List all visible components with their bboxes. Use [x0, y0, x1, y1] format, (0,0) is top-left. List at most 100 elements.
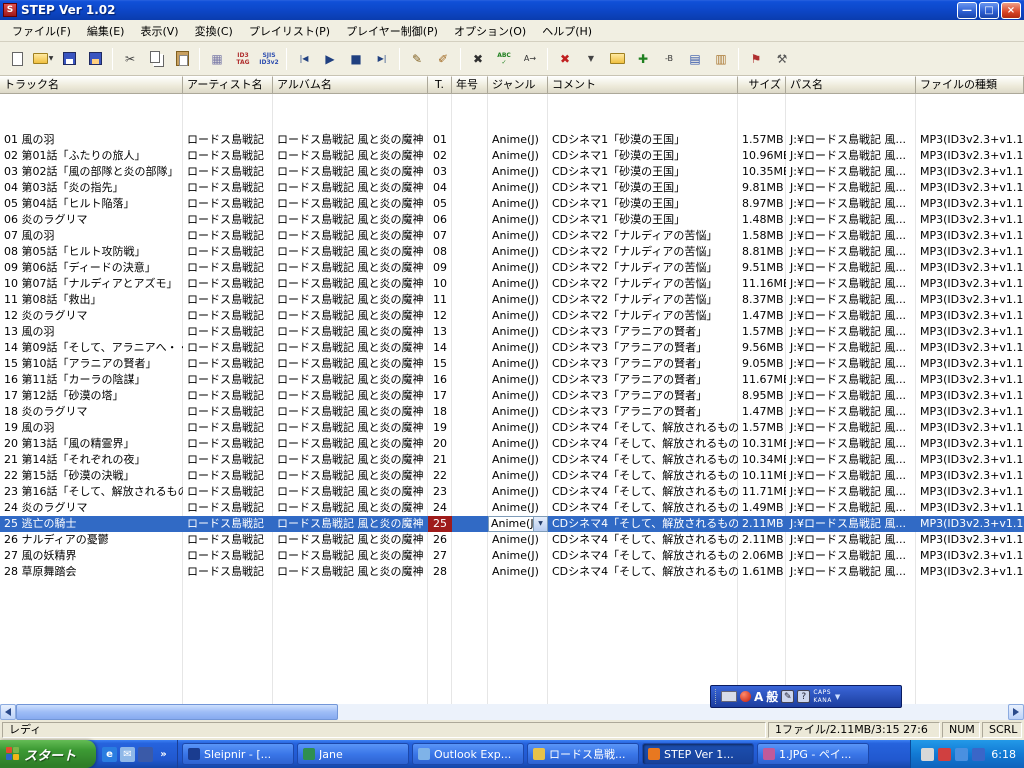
taskbar-clock[interactable]: 6:18 [991, 748, 1016, 761]
cell-filetype[interactable]: MP3(ID3v2.3+v1.1) [916, 404, 1024, 420]
cell-size[interactable]: 10.11MB [738, 468, 786, 484]
remove-b-button[interactable]: -B [657, 47, 681, 71]
cell-track-name[interactable]: 02 第01話「ふたりの旅人」 [0, 148, 183, 164]
cell-comment[interactable]: CDシネマ1「砂漠の王国」 [548, 212, 738, 228]
cell-year[interactable] [452, 244, 488, 260]
cell-path[interactable]: J:¥ロードス島戦記 風... [786, 356, 916, 372]
cell-filetype[interactable]: MP3(ID3v2.3+v1.1) [916, 212, 1024, 228]
cell-path[interactable]: J:¥ロードス島戦記 風... [786, 532, 916, 548]
cell-path[interactable]: J:¥ロードス島戦記 風... [786, 260, 916, 276]
cell-filetype[interactable]: MP3(ID3v2.3+v1.1) [916, 452, 1024, 468]
cell-path[interactable]: J:¥ロードス島戦記 風... [786, 324, 916, 340]
column-header-genre[interactable]: ジャンル [488, 76, 548, 94]
cell-track-name[interactable]: 14 第09話「そして、アラニアへ・・・」 [0, 340, 183, 356]
cell-comment[interactable]: CDシネマ1「砂漠の王国」 [548, 132, 738, 148]
cell-comment[interactable]: CDシネマ1「砂漠の王国」 [548, 164, 738, 180]
cell-filetype[interactable]: MP3(ID3v2.3+v1.1) [916, 292, 1024, 308]
cell-size[interactable]: 8.97MB [738, 196, 786, 212]
cell-size[interactable]: 11.16MB [738, 276, 786, 292]
cell-track-no[interactable]: 19 [428, 420, 452, 436]
cell-track-name[interactable]: 06 炎のラグリマ [0, 212, 183, 228]
cell-size[interactable]: 10.35MB [738, 164, 786, 180]
cell-filetype[interactable]: MP3(ID3v2.3+v1.1) [916, 532, 1024, 548]
track-row[interactable]: 13 風の羽ロードス島戦記ロードス島戦記 風と炎の魔神13Anime(J)CDシ… [0, 324, 1024, 340]
cell-filetype[interactable]: MP3(ID3v2.3+v1.1) [916, 356, 1024, 372]
cell-album[interactable]: ロードス島戦記 風と炎の魔神 [273, 196, 428, 212]
cell-filetype[interactable]: MP3(ID3v2.3+v1.1) [916, 516, 1024, 532]
cell-album[interactable]: ロードス島戦記 風と炎の魔神 [273, 292, 428, 308]
new-file-button[interactable] [5, 47, 29, 71]
cell-track-name[interactable]: 25 逃亡の騎士 [0, 516, 183, 532]
cell-album[interactable]: ロードス島戦記 風と炎の魔神 [273, 436, 428, 452]
cell-track-name[interactable]: 23 第16話「そして、解放されるもの」 [0, 484, 183, 500]
cell-artist[interactable]: ロードス島戦記 [183, 228, 273, 244]
column-menu-button[interactable]: ▼ [579, 47, 603, 71]
cell-artist[interactable]: ロードス島戦記 [183, 340, 273, 356]
cell-size[interactable]: 1.61MB [738, 564, 786, 580]
cell-genre[interactable]: Anime(J) [488, 260, 548, 276]
cell-year[interactable] [452, 500, 488, 516]
cell-comment[interactable]: CDシネマ3「アラニアの賢者」 [548, 388, 738, 404]
cell-path[interactable]: J:¥ロードス島戦記 風... [786, 180, 916, 196]
cell-comment[interactable]: CDシネマ4「そして、解放されるもの」 [548, 420, 738, 436]
add-file-button[interactable]: ✚ [631, 47, 655, 71]
cell-year[interactable] [452, 340, 488, 356]
cell-album[interactable]: ロードス島戦記 風と炎の魔神 [273, 548, 428, 564]
cell-track-no[interactable]: 04 [428, 180, 452, 196]
cell-artist[interactable]: ロードス島戦記 [183, 516, 273, 532]
cell-size[interactable]: 10.34MB [738, 452, 786, 468]
cell-genre[interactable]: Anime(J) [488, 372, 548, 388]
cut-button[interactable]: ✂ [118, 47, 142, 71]
cell-path[interactable]: J:¥ロードス島戦記 風... [786, 132, 916, 148]
cell-year[interactable] [452, 308, 488, 324]
cell-genre[interactable]: Anime(J) [488, 148, 548, 164]
cell-artist[interactable]: ロードス島戦記 [183, 548, 273, 564]
keyboard-icon[interactable] [721, 691, 737, 702]
cell-comment[interactable]: CDシネマ1「砂漠の王国」 [548, 196, 738, 212]
cell-genre[interactable]: Anime(J) [488, 276, 548, 292]
taskbar-button-sleipnir[interactable]: Sleipnir - [... [182, 743, 294, 765]
cell-artist[interactable]: ロードス島戦記 [183, 532, 273, 548]
next-track-button[interactable]: ▶| [370, 47, 394, 71]
cell-album[interactable]: ロードス島戦記 風と炎の魔神 [273, 180, 428, 196]
cell-genre[interactable]: Anime(J) [488, 292, 548, 308]
cell-album[interactable]: ロードス島戦記 風と炎の魔神 [273, 404, 428, 420]
menu-item-playlist[interactable]: プレイリスト(P) [241, 20, 338, 42]
cell-comment[interactable]: CDシネマ2「ナルディアの苦悩」 [548, 244, 738, 260]
cell-artist[interactable]: ロードス島戦記 [183, 164, 273, 180]
cell-track-no[interactable]: 24 [428, 500, 452, 516]
cell-filetype[interactable]: MP3(ID3v2.3+v1.1) [916, 324, 1024, 340]
cell-genre[interactable]: Anime(J) [488, 500, 548, 516]
cell-track-name[interactable]: 19 風の羽 [0, 420, 183, 436]
maximize-button[interactable]: □ [979, 2, 999, 19]
cell-comment[interactable]: CDシネマ2「ナルディアの苦悩」 [548, 308, 738, 324]
paste-button[interactable] [170, 47, 194, 71]
track-row[interactable]: 12 炎のラグリマロードス島戦記ロードス島戦記 風と炎の魔神12Anime(J)… [0, 308, 1024, 324]
cell-genre[interactable]: Anime(J) [488, 196, 548, 212]
cell-artist[interactable]: ロードス島戦記 [183, 196, 273, 212]
cell-filetype[interactable]: MP3(ID3v2.3+v1.1) [916, 340, 1024, 356]
cell-track-no[interactable]: 21 [428, 452, 452, 468]
cell-artist[interactable]: ロードス島戦記 [183, 356, 273, 372]
cell-track-name[interactable]: 21 第14話「それぞれの夜」 [0, 452, 183, 468]
save-button[interactable] [57, 47, 81, 71]
cell-album[interactable]: ロードス島戦記 風と炎の魔神 [273, 212, 428, 228]
cell-album[interactable]: ロードス島戦記 風と炎の魔神 [273, 452, 428, 468]
cell-size[interactable]: 1.57MB [738, 132, 786, 148]
column-header-album[interactable]: アルバム名 [273, 76, 428, 94]
column-header-filetype[interactable]: ファイルの種類 [916, 76, 1024, 94]
id3-tag-button[interactable]: ID3TAG [231, 47, 255, 71]
scroll-right-button[interactable] [1008, 704, 1024, 720]
cell-album[interactable]: ロードス島戦記 風と炎の魔神 [273, 324, 428, 340]
cell-track-no[interactable]: 18 [428, 404, 452, 420]
kana-indicator[interactable]: KANA [813, 697, 832, 705]
cell-track-name[interactable]: 08 第05話「ヒルト攻防戦」 [0, 244, 183, 260]
cell-track-name[interactable]: 07 風の羽 [0, 228, 183, 244]
cell-size[interactable]: 1.47MB [738, 404, 786, 420]
track-row[interactable]: 04 第03話「炎の指先」ロードス島戦記ロードス島戦記 風と炎の魔神04Anim… [0, 180, 1024, 196]
cell-year[interactable] [452, 180, 488, 196]
cell-album[interactable]: ロードス島戦記 風と炎の魔神 [273, 420, 428, 436]
list-view-2-button[interactable]: ▥ [709, 47, 733, 71]
cell-genre[interactable]: Anime(J) [488, 468, 548, 484]
cell-path[interactable]: J:¥ロードス島戦記 風... [786, 516, 916, 532]
